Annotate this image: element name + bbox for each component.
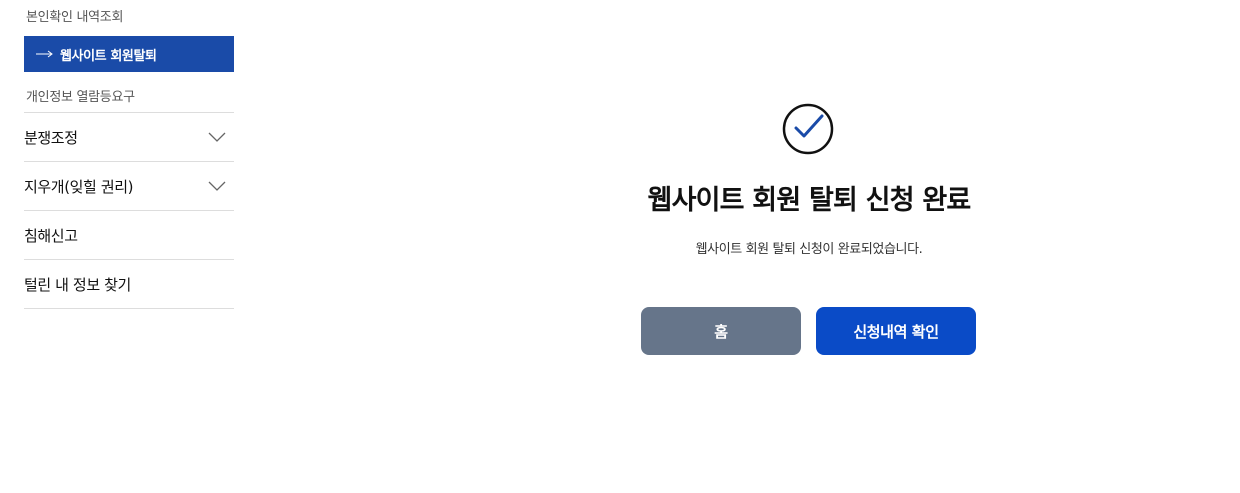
page-title: 웹사이트 회원 탈퇴 신청 완료 [647, 185, 972, 216]
page: 본인확인 내역조회 웹사이트 회원탈퇴 개인정보 열람등요구 분쟁조정 지우개(… [0, 0, 1240, 493]
check-history-button[interactable]: 신청내역 확인 [816, 307, 976, 355]
sidebar-item-infringement-report[interactable]: 침해신고 [24, 211, 234, 260]
check-circle-icon [782, 103, 834, 155]
sidebar-sublink-identity-history[interactable]: 본인확인 내역조회 [26, 6, 123, 25]
sidebar-item-label: 지우개(잊힐 권리) [24, 177, 134, 196]
sidebar-menu: 분쟁조정 지우개(잊힐 권리) 침해신고 털린 내 정보 찾기 [24, 112, 234, 309]
sidebar-item-leaked-info[interactable]: 털린 내 정보 찾기 [24, 260, 234, 309]
chevron-down-icon [208, 132, 226, 142]
sidebar-item-dispute[interactable]: 분쟁조정 [24, 113, 234, 162]
sidebar-item-label: 침해신고 [24, 226, 78, 245]
sidebar-sublink-privacy-request[interactable]: 개인정보 열람등요구 [26, 86, 135, 105]
completion-message: 웹사이트 회원 탈퇴 신청이 완료되었습니다. [695, 242, 923, 257]
arrow-right-icon [36, 50, 53, 58]
sidebar-active-label: 웹사이트 회원탈퇴 [60, 48, 157, 64]
home-button[interactable]: 홈 [641, 307, 801, 355]
chevron-down-icon [208, 181, 226, 191]
sidebar-sublink-website-withdrawal[interactable]: 웹사이트 회원탈퇴 [24, 36, 234, 72]
sidebar-item-label: 털린 내 정보 찾기 [24, 275, 131, 294]
sidebar-item-label: 분쟁조정 [24, 128, 78, 147]
sidebar-item-eraser[interactable]: 지우개(잊힐 권리) [24, 162, 234, 211]
